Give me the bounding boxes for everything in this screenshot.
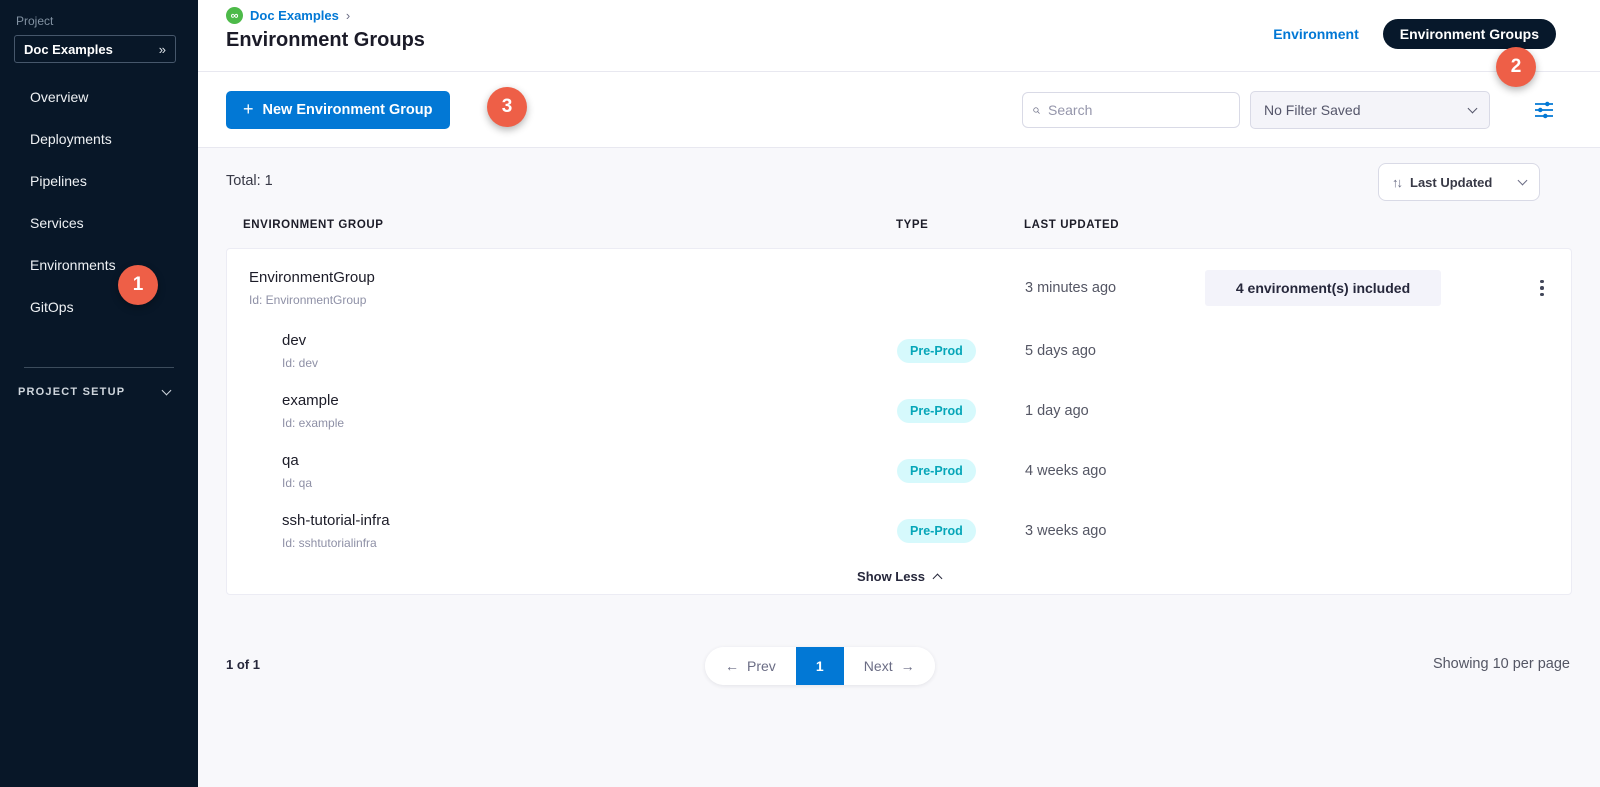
column-last-updated: LAST UPDATED [1024,219,1572,231]
table-row-environment[interactable]: example Id: example Pre-Prod 1 day ago [227,381,1571,441]
show-less-label: Show Less [857,569,925,584]
total-count: Total: 1 [226,173,273,189]
sidebar-item-services[interactable]: Services [0,202,198,244]
right-arrow-icon: → [901,658,915,674]
content-area: Total: 1 ↑↓ Last Updated ENVIRONMENT GRO… [198,148,1600,787]
search-box [1022,92,1240,128]
group-name: EnvironmentGroup [249,269,897,286]
environment-name: dev [282,332,897,349]
table-header-row: ENVIRONMENT GROUP TYPE LAST UPDATED [226,219,1572,231]
search-input[interactable] [1048,102,1229,118]
project-setup-label: PROJECT SETUP [18,386,125,398]
sidebar-item-pipelines[interactable]: Pipelines [0,160,198,202]
chevron-down-icon [162,386,172,396]
next-page-button[interactable]: Next → [844,647,935,685]
chevron-up-icon [933,574,943,584]
pager: ← Prev 1 Next → [705,647,935,685]
new-environment-group-label: New Environment Group [263,102,433,118]
app-window: Project Doc Examples » Overview Deployme… [0,0,1600,787]
page-header: ∞ Doc Examples › Environment Groups Envi… [198,0,1600,72]
environment-id: Id: example [282,416,897,430]
type-badge: Pre-Prod [897,339,976,363]
column-environment-group: ENVIRONMENT GROUP [226,219,896,231]
saved-filter-dropdown[interactable]: No Filter Saved [1250,91,1490,129]
environment-name: qa [282,452,897,469]
page-number-button[interactable]: 1 [796,647,844,685]
cd-module-icon: ∞ [226,7,243,24]
project-selector[interactable]: Doc Examples » [14,35,176,63]
environment-id: Id: dev [282,356,897,370]
environment-group-card: EnvironmentGroup Id: EnvironmentGroup 3 … [226,248,1572,595]
type-badge: Pre-Prod [897,459,976,483]
prev-page-button[interactable]: ← Prev [705,647,796,685]
sidebar-divider [24,367,174,368]
page-title: Environment Groups [226,29,425,52]
environment-id: Id: qa [282,476,897,490]
saved-filter-value: No Filter Saved [1264,102,1360,118]
sidebar-item-gitops[interactable]: GitOps [0,286,198,328]
tab-environment[interactable]: Environment [1273,26,1359,42]
view-toggle: Environment Environment Groups [1273,19,1556,49]
new-environment-group-button[interactable]: + New Environment Group [226,91,450,129]
environments-included-button[interactable]: 4 environment(s) included [1205,270,1441,306]
chevron-down-icon [1518,176,1528,186]
filter-sliders-button[interactable] [1532,98,1556,122]
breadcrumb[interactable]: ∞ Doc Examples › [226,7,350,24]
sidebar-nav: Overview Deployments Pipelines Services … [0,76,198,328]
environment-last-updated: 3 weeks ago [1025,523,1205,539]
table-row-environment[interactable]: ssh-tutorial-infra Id: sshtutorialinfra … [227,501,1571,561]
per-page-info: Showing 10 per page [1433,656,1570,672]
breadcrumb-project-link[interactable]: Doc Examples [250,8,339,23]
plus-icon: + [243,99,254,120]
sidebar-item-deployments[interactable]: Deployments [0,118,198,160]
sidebar: Project Doc Examples » Overview Deployme… [0,0,198,787]
group-id: Id: EnvironmentGroup [249,293,897,307]
column-type: TYPE [896,219,1024,231]
environment-last-updated: 5 days ago [1025,343,1205,359]
callout-badge-1: 1 [118,265,158,305]
chevron-down-icon [1468,104,1478,114]
project-label: Project [16,14,53,28]
project-setup-toggle[interactable]: PROJECT SETUP [18,386,170,398]
table-row-environment[interactable]: qa Id: qa Pre-Prod 4 weeks ago [227,441,1571,501]
next-label: Next [864,658,893,674]
environment-last-updated: 4 weeks ago [1025,463,1205,479]
search-icon [1033,103,1040,118]
left-arrow-icon: ← [725,658,739,674]
sort-value: Last Updated [1410,175,1492,190]
type-badge: Pre-Prod [897,399,976,423]
kebab-menu-icon[interactable] [1534,274,1550,303]
page-info: 1 of 1 [226,657,260,672]
show-less-button[interactable]: Show Less [227,569,1571,584]
environment-name: example [282,392,897,409]
tab-environment-groups[interactable]: Environment Groups [1383,19,1556,49]
sort-dropdown[interactable]: ↑↓ Last Updated [1378,163,1540,201]
filter-sliders-icon [1532,98,1556,122]
sort-arrows-icon: ↑↓ [1392,175,1401,190]
table-row-group[interactable]: EnvironmentGroup Id: EnvironmentGroup 3 … [227,263,1571,321]
environment-id: Id: sshtutorialinfra [282,536,897,550]
group-last-updated: 3 minutes ago [1025,280,1205,296]
type-badge: Pre-Prod [897,519,976,543]
chevron-double-right-icon: » [159,42,166,57]
environment-last-updated: 1 day ago [1025,403,1205,419]
prev-label: Prev [747,658,776,674]
table-row-environment[interactable]: dev Id: dev Pre-Prod 5 days ago [227,321,1571,381]
callout-badge-2: 2 [1496,47,1536,87]
breadcrumb-separator: › [346,8,350,23]
toolbar: + New Environment Group No Filter Saved [198,72,1600,148]
sidebar-item-environments[interactable]: Environments [0,244,198,286]
sidebar-item-overview[interactable]: Overview [0,76,198,118]
environment-name: ssh-tutorial-infra [282,512,897,529]
callout-badge-3: 3 [487,87,527,127]
project-name: Doc Examples [24,42,113,57]
